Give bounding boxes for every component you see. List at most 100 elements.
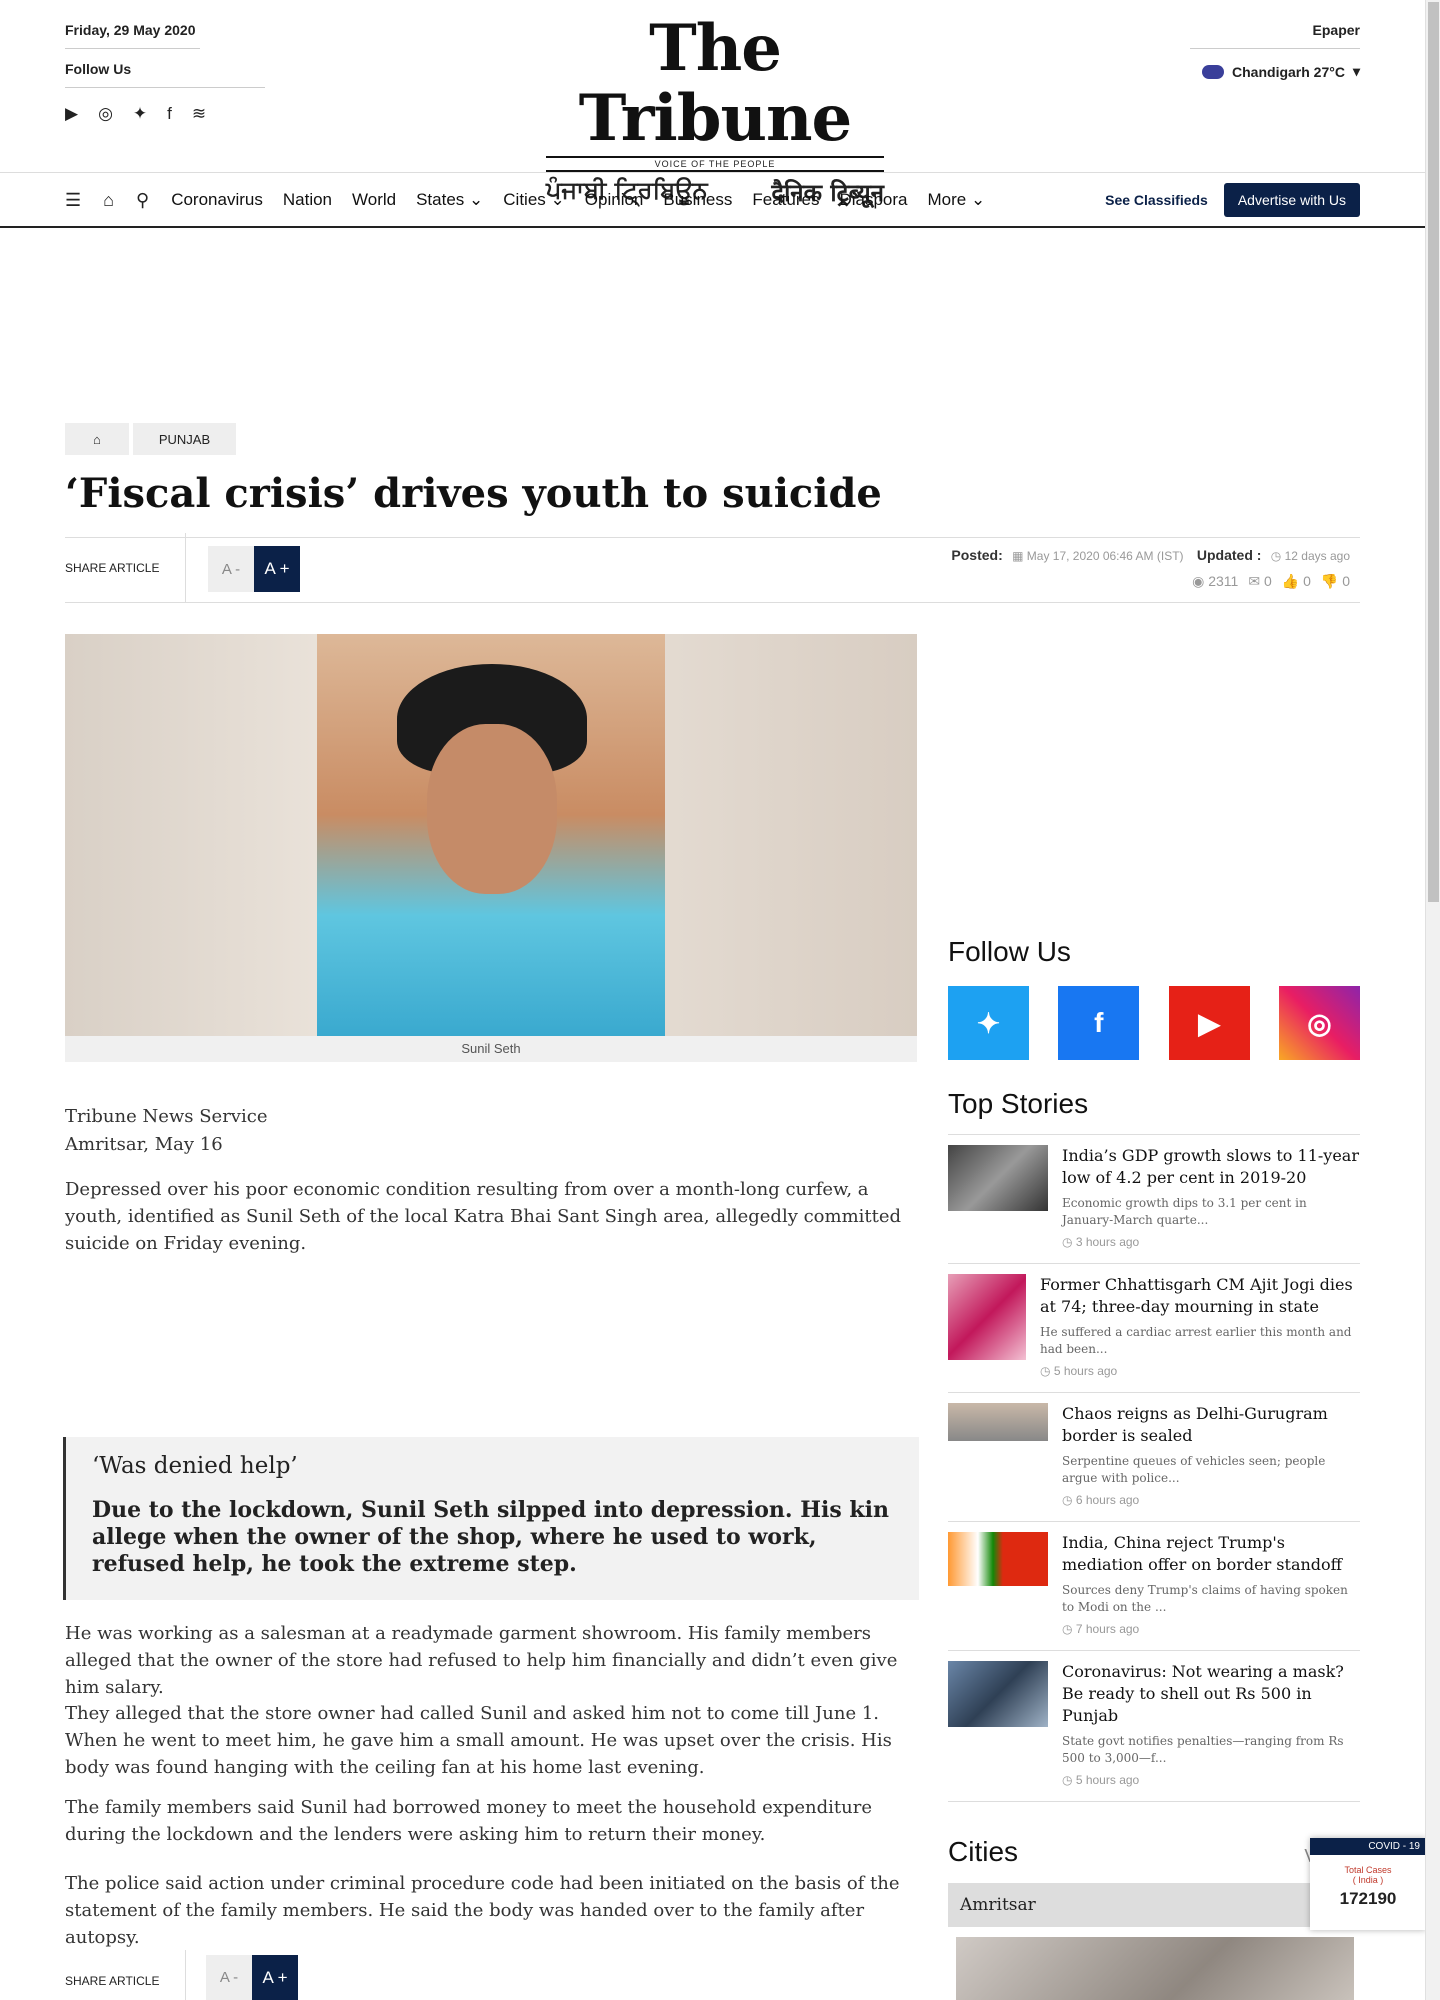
- article-paragraph: The family members said Sunil had borrow…: [65, 1797, 873, 1845]
- header-right: Epaper Chandigarh 27°C ▾: [1190, 22, 1360, 80]
- advertise-button[interactable]: Advertise with Us: [1223, 183, 1360, 217]
- breadcrumb-home[interactable]: ⌂: [65, 423, 129, 455]
- youtube-icon: ▶: [1198, 1007, 1220, 1039]
- header-left: Friday, 29 May 2020 Follow Us ▶ ◎ ✦ f ≋: [65, 22, 265, 124]
- article-paragraph: Depressed over his poor economic conditi…: [65, 1179, 902, 1254]
- logo-tagline: VOICE OF THE PEOPLE: [546, 156, 884, 172]
- story-item[interactable]: India, China reject Trump's mediation of…: [948, 1521, 1360, 1650]
- posted-date: May 17, 2020 06:46 AM (IST): [1026, 549, 1184, 563]
- see-classifieds-link[interactable]: See Classifieds: [1105, 192, 1208, 208]
- scrollbar[interactable]: [1425, 0, 1440, 2000]
- chevron-down-icon: ▾: [1352, 63, 1360, 79]
- story-time: ◷ 6 hours ago: [1062, 1493, 1140, 1507]
- nav-opinion[interactable]: Opinion: [585, 190, 644, 210]
- youtube-button[interactable]: ▶: [1168, 986, 1250, 1060]
- calendar-icon: ▦: [1012, 549, 1024, 563]
- thumbs-down-icon: 👎: [1320, 573, 1339, 589]
- story-item[interactable]: Former Chhattisgarh CM Ajit Jogi dies at…: [948, 1263, 1360, 1392]
- article-photo: [65, 634, 917, 1036]
- share-article-label: SHARE ARTICLE: [65, 1974, 160, 1988]
- weather-widget[interactable]: Chandigarh 27°C ▾: [1190, 63, 1360, 80]
- follow-us-heading: Follow Us: [948, 936, 1071, 967]
- nav-nation[interactable]: Nation: [283, 190, 332, 210]
- clock-icon: ◷: [1062, 1493, 1073, 1507]
- likes-count[interactable]: 👍 0: [1282, 573, 1311, 590]
- home-icon: ⌂: [93, 431, 101, 447]
- clock-icon: ◷: [1270, 549, 1282, 563]
- chevron-down-icon: ⌄: [469, 190, 484, 209]
- facebook-icon[interactable]: f: [167, 104, 172, 124]
- facebook-button[interactable]: f: [1058, 986, 1140, 1060]
- nav-world[interactable]: World: [352, 190, 396, 210]
- home-icon[interactable]: ⌂: [103, 190, 114, 211]
- clock-icon: ◷: [1062, 1622, 1073, 1636]
- nav-features[interactable]: Features: [752, 190, 819, 210]
- byline: Tribune News Service Amritsar, May 16: [65, 1103, 267, 1159]
- story-time: ◷ 5 hours ago: [1062, 1773, 1140, 1787]
- updated-label: Updated :: [1196, 547, 1262, 563]
- twitter-icon[interactable]: ✦: [133, 104, 147, 124]
- story-title: Coronavirus: Not wearing a mask? Be read…: [1062, 1662, 1344, 1725]
- epaper-link[interactable]: Epaper: [1190, 22, 1360, 49]
- youtube-icon[interactable]: ▶: [65, 104, 78, 124]
- breadcrumb-section[interactable]: PUNJAB: [132, 423, 237, 455]
- city-story-image[interactable]: [956, 1937, 1354, 2000]
- story-item[interactable]: India’s GDP growth slows to 11-year low …: [948, 1134, 1360, 1263]
- twitter-button[interactable]: ✦: [948, 986, 1029, 1060]
- cities-header: Cities Vi: [948, 1836, 1360, 1868]
- story-item[interactable]: Coronavirus: Not wearing a mask? Be read…: [948, 1650, 1360, 1802]
- dateline: Amritsar, May 16: [65, 1134, 223, 1155]
- current-date: Friday, 29 May 2020: [65, 22, 200, 49]
- nav-diaspora[interactable]: Diaspora: [839, 190, 907, 210]
- covid-total-cases: 172190: [1339, 1889, 1397, 1908]
- story-title: Chaos reigns as Delhi-Gurugram border is…: [1062, 1404, 1328, 1445]
- font-decrease-button[interactable]: A -: [206, 1955, 252, 2000]
- chevron-down-icon: ⌄: [970, 190, 986, 209]
- nav-more[interactable]: More ⌄: [928, 190, 986, 210]
- news-source: Tribune News Service: [65, 1106, 268, 1127]
- story-thumbnail: [948, 1274, 1026, 1360]
- facebook-icon: f: [1094, 1007, 1104, 1038]
- photo-caption: Sunil Seth: [65, 1036, 917, 1062]
- city-selector[interactable]: Amritsar: [948, 1883, 1360, 1927]
- story-summary: Economic growth dips to 3.1 per cent in …: [1062, 1196, 1307, 1227]
- nav-business[interactable]: Business: [663, 190, 732, 210]
- scrollbar-thumb[interactable]: [1428, 2, 1439, 902]
- story-summary: State govt notifies penalties—ranging fr…: [1062, 1734, 1344, 1765]
- font-increase-button[interactable]: A +: [254, 546, 300, 592]
- story-time: ◷ 3 hours ago: [1062, 1235, 1140, 1249]
- cities-heading: Cities: [948, 1836, 1019, 1867]
- instagram-button[interactable]: ◎: [1278, 986, 1360, 1060]
- article-paragraph: He was working as a salesman at a readym…: [65, 1623, 898, 1698]
- menu-icon[interactable]: ☰: [65, 190, 81, 211]
- pull-quote-text: Due to the lockdown, Sunil Seth silpped …: [92, 1497, 889, 1577]
- rss-icon[interactable]: ≋: [192, 104, 206, 124]
- portrait-image: [317, 634, 665, 1036]
- story-title: Former Chhattisgarh CM Ajit Jogi dies at…: [1040, 1275, 1353, 1316]
- chevron-down-icon: ⌄: [550, 190, 565, 209]
- story-thumbnail: [948, 1661, 1048, 1727]
- story-item[interactable]: Chaos reigns as Delhi-Gurugram border is…: [948, 1392, 1360, 1521]
- instagram-icon: ◎: [1307, 1007, 1332, 1039]
- updated-ago: 12 days ago: [1284, 549, 1350, 563]
- story-thumbnail: [948, 1403, 1048, 1441]
- search-icon[interactable]: ⚲: [136, 190, 149, 211]
- story-time: ◷ 7 hours ago: [1062, 1622, 1140, 1636]
- story-summary: Serpentine queues of vehicles seen; peop…: [1062, 1454, 1326, 1485]
- covid-total-label: Total Cases( India ): [1344, 1865, 1392, 1885]
- nav-coronavirus[interactable]: Coronavirus: [171, 190, 263, 210]
- font-decrease-button[interactable]: A -: [208, 546, 254, 592]
- article-meta: Posted: ▦ May 17, 2020 06:46 AM (IST) Up…: [951, 547, 1350, 590]
- story-thumbnail: [948, 1532, 1048, 1586]
- twitter-icon: ✦: [976, 1007, 1001, 1039]
- weather-text: Chandigarh 27°C: [1232, 63, 1345, 80]
- font-increase-button[interactable]: A +: [252, 1955, 298, 2000]
- eye-icon: ◉: [1192, 573, 1205, 589]
- instagram-icon[interactable]: ◎: [98, 104, 113, 124]
- nav-cities[interactable]: Cities ⌄: [503, 190, 565, 210]
- dislikes-count[interactable]: 👎 0: [1321, 573, 1350, 590]
- nav-states[interactable]: States ⌄: [416, 190, 483, 210]
- article-paragraph: They alleged that the store owner had ca…: [65, 1703, 892, 1778]
- pull-quote: ‘Was denied help’ Due to the lockdown, S…: [63, 1437, 919, 1600]
- covid-widget[interactable]: COVID - 19 Total Cases( India ) 172190: [1310, 1838, 1426, 1930]
